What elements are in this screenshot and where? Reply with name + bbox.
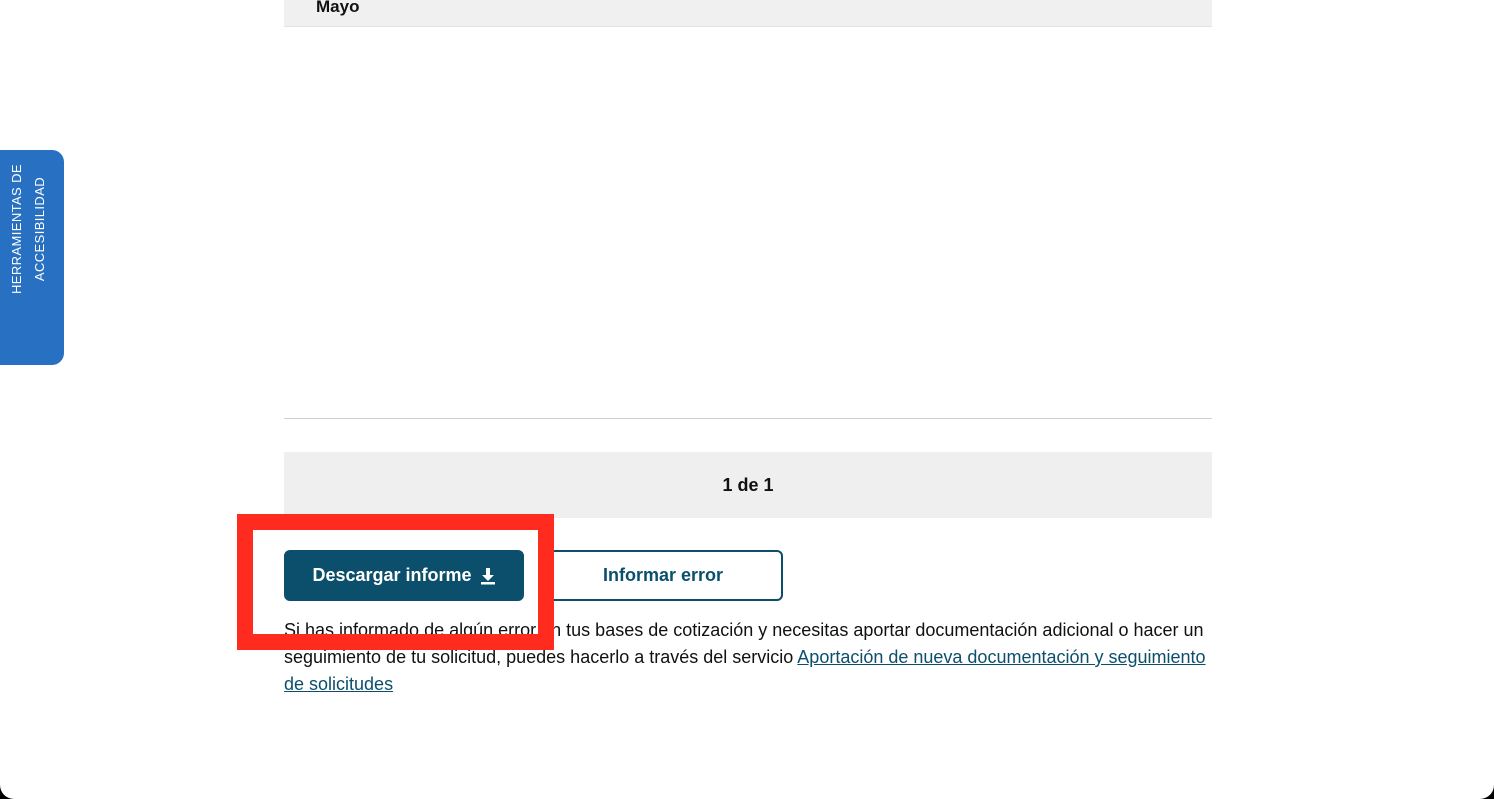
month-label: Mayo — [316, 0, 360, 16]
download-icon — [480, 567, 496, 585]
accessibility-tab-line2: ACCESIBILIDAD — [32, 176, 47, 282]
download-report-label: Descargar informe — [312, 565, 472, 585]
accessibility-tab-line1: HERRAMIENTAS DE — [9, 164, 24, 294]
caret-left-icon — [51, 402, 57, 412]
table-row-month: Mayo — [284, 0, 1212, 27]
accessibility-tools-tab[interactable]: HERRAMIENTAS DE ACCESIBILIDAD — [0, 150, 64, 494]
report-error-button[interactable]: Informar error — [543, 550, 783, 601]
pagination: 1 de 1 — [284, 452, 1212, 518]
info-paragraph: Si has informado de algún error en tus b… — [284, 617, 1214, 698]
page: Mayo 1 de 1 Descargar informe Informar e… — [0, 0, 1494, 799]
report-error-label: Informar error — [602, 565, 724, 585]
divider — [284, 418, 1212, 419]
accessibility-tab-text: HERRAMIENTAS DE ACCESIBILIDAD — [6, 154, 62, 304]
download-report-button[interactable]: Descargar informe — [284, 550, 524, 601]
accessibility-icon — [3, 458, 49, 500]
pagination-label: 1 de 1 — [722, 474, 774, 495]
